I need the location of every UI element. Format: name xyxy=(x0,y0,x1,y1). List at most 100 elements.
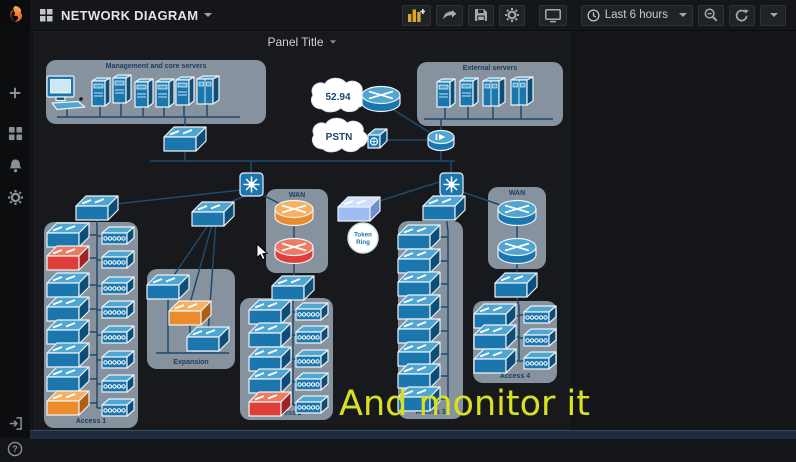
zoom-out-icon xyxy=(704,8,718,22)
sidebar-item-configuration[interactable] xyxy=(0,184,30,210)
server-node xyxy=(173,76,195,106)
top-navbar: NETWORK DIAGRAM xyxy=(0,0,796,31)
strip-node xyxy=(523,305,557,325)
tv-icon xyxy=(545,8,561,23)
svg-text:PSTN: PSTN xyxy=(326,132,353,143)
router-node xyxy=(496,198,538,228)
bell-icon xyxy=(8,158,23,173)
switch-node xyxy=(191,201,235,227)
mlswitch-node xyxy=(239,172,264,197)
switch-node xyxy=(146,274,190,300)
save-icon xyxy=(474,8,488,22)
panel-title: Panel Title xyxy=(267,35,323,49)
sign-in-icon xyxy=(8,416,23,431)
chevron-down-icon xyxy=(204,13,212,17)
share-button[interactable] xyxy=(436,5,463,26)
switch-node xyxy=(248,322,292,348)
sidebar-item-sign-in[interactable] xyxy=(0,410,30,436)
switch-node xyxy=(337,196,381,222)
strip-node xyxy=(295,349,329,369)
strip-node xyxy=(295,302,329,322)
switch-node xyxy=(46,245,90,271)
strip-node xyxy=(101,325,135,345)
switch-node xyxy=(248,391,292,417)
plus-icon xyxy=(8,86,22,100)
strip-node xyxy=(295,325,329,345)
chevron-down-icon xyxy=(329,40,335,43)
router-node xyxy=(496,236,538,266)
network-diagram: Management and core serversExternal serv… xyxy=(0,0,796,438)
strip-node xyxy=(523,351,557,371)
mlswitch-node xyxy=(439,172,464,197)
strip-node xyxy=(101,398,135,418)
svg-text:Token: Token xyxy=(354,232,372,239)
switch-node xyxy=(75,195,119,221)
router-node xyxy=(360,84,402,114)
strip-node xyxy=(101,276,135,296)
switch-node xyxy=(163,126,207,152)
help-icon: ? xyxy=(7,441,23,457)
settings-button[interactable] xyxy=(499,5,525,26)
server-node xyxy=(89,77,111,107)
switch-node xyxy=(397,224,441,250)
server-node xyxy=(153,78,175,108)
sidebar-item-alerting[interactable] xyxy=(0,152,30,178)
switch-node xyxy=(422,195,466,221)
server2-node xyxy=(508,76,534,106)
share-icon xyxy=(442,9,457,22)
add-panel-button[interactable] xyxy=(402,5,431,26)
router-node xyxy=(273,198,315,228)
switch-node xyxy=(46,390,90,416)
server-node xyxy=(434,78,456,108)
refresh-button[interactable] xyxy=(729,5,755,26)
time-range-label: Last 6 hours xyxy=(605,9,668,21)
clock-icon xyxy=(587,9,600,22)
strip-node xyxy=(101,226,135,246)
hub-node xyxy=(426,129,456,153)
cube-node xyxy=(364,127,389,153)
apps-grid-icon xyxy=(8,126,23,141)
svg-text:?: ? xyxy=(12,444,18,454)
navbar-actions: Last 6 hours xyxy=(397,5,796,26)
router-node xyxy=(273,236,315,266)
strip-node xyxy=(101,250,135,270)
strip-node xyxy=(295,372,329,392)
svg-text:Ring: Ring xyxy=(356,239,370,246)
save-button[interactable] xyxy=(468,5,494,26)
token-node: TokenRing xyxy=(347,222,379,254)
switch-node xyxy=(494,272,538,298)
sidebar-item-help[interactable]: ? xyxy=(0,436,30,462)
zoom-out-button[interactable] xyxy=(698,5,724,26)
add-panel-icon xyxy=(408,8,425,22)
svg-text:52.94: 52.94 xyxy=(325,92,350,103)
sidebar-item-create[interactable] xyxy=(0,80,30,106)
sidebar-item-dashboards[interactable] xyxy=(0,120,30,146)
server-node xyxy=(110,74,132,104)
server-node xyxy=(457,77,479,107)
workstation-node xyxy=(44,75,90,113)
gear-icon xyxy=(8,190,23,205)
cycle-view-button[interactable] xyxy=(539,5,567,26)
side-menu: ? xyxy=(0,30,30,438)
strip-node xyxy=(101,374,135,394)
switch-node xyxy=(46,272,90,298)
switch-node xyxy=(473,324,517,350)
strip-node xyxy=(523,328,557,348)
chevron-down-icon xyxy=(679,13,687,17)
switch-node xyxy=(397,294,441,320)
strip-node xyxy=(295,395,329,415)
grafana-flame-icon xyxy=(4,4,26,26)
dashboard-title: NETWORK DIAGRAM xyxy=(61,8,198,23)
switch-node xyxy=(473,348,517,374)
time-picker-button[interactable]: Last 6 hours xyxy=(581,5,693,26)
mouse-cursor xyxy=(256,243,270,261)
server2-node xyxy=(480,77,506,107)
dashboard-title-button[interactable]: NETWORK DIAGRAM xyxy=(40,8,212,23)
panel-title-button[interactable]: Panel Title xyxy=(34,33,570,51)
chevron-down-icon xyxy=(770,13,778,17)
refresh-interval-button[interactable] xyxy=(760,5,786,26)
refresh-icon xyxy=(735,9,749,22)
cloud-node: PSTN xyxy=(308,115,370,159)
grafana-logo[interactable] xyxy=(0,0,30,30)
dashboard-grid-icon xyxy=(40,9,53,22)
